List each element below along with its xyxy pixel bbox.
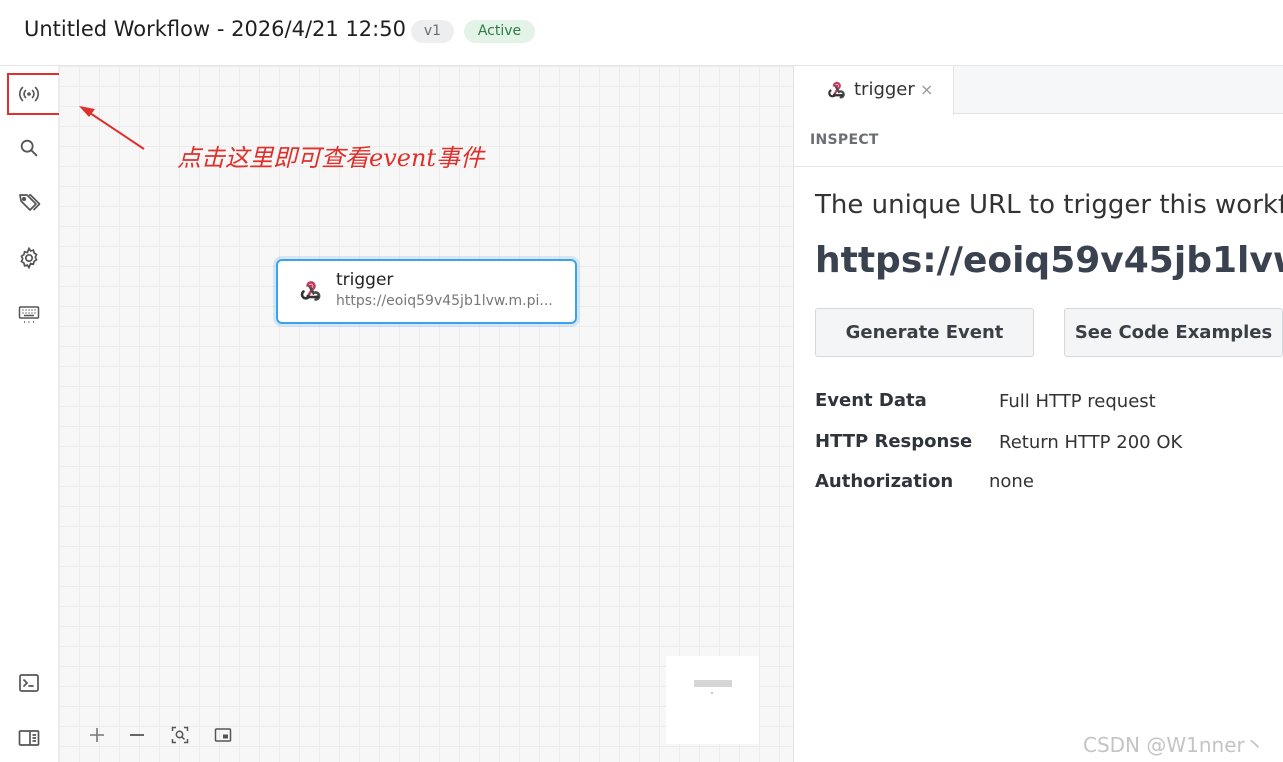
node-title: trigger bbox=[336, 270, 394, 290]
event-data-label: Event Data bbox=[815, 390, 927, 411]
http-response-label: HTTP Response bbox=[815, 431, 973, 452]
tab-label: trigger bbox=[854, 79, 915, 100]
generate-event-button[interactable]: Generate Event bbox=[815, 308, 1034, 357]
keyboard-icon[interactable] bbox=[17, 302, 41, 326]
gear-icon[interactable] bbox=[17, 246, 41, 270]
webhook-icon bbox=[300, 281, 321, 301]
left-icon-rail bbox=[0, 66, 63, 762]
inspect-header: INSPECT bbox=[794, 114, 1283, 167]
authorization-label: Authorization bbox=[815, 471, 954, 492]
close-icon[interactable]: × bbox=[920, 80, 933, 99]
broadcast-icon[interactable] bbox=[17, 82, 41, 106]
status-badge: Active bbox=[464, 20, 535, 43]
event-data-value[interactable]: Full HTTP request bbox=[999, 391, 1156, 412]
url-description: The unique URL to trigger this workflo bbox=[815, 190, 1283, 220]
workflow-title[interactable]: Untitled Workflow - 2026/4/21 12:50 bbox=[24, 17, 406, 41]
tab-trigger[interactable]: trigger × bbox=[794, 66, 954, 115]
trigger-node[interactable]: trigger https://eoiq59v45jb1lvw.m.pi... bbox=[276, 259, 577, 324]
tab-bar: trigger × bbox=[794, 66, 1283, 115]
minimap-node bbox=[694, 680, 732, 687]
workflow-canvas[interactable]: 点击这里即可查看event事件 trigger https://eoiq59v4… bbox=[59, 66, 793, 762]
node-url: https://eoiq59v45jb1lvw.m.pi... bbox=[336, 293, 553, 309]
search-icon[interactable] bbox=[17, 136, 41, 160]
zoom-in-icon[interactable] bbox=[86, 724, 108, 746]
panel-layout-icon[interactable] bbox=[17, 726, 41, 750]
app-header: Untitled Workflow - 2026/4/21 12:50 v1 A… bbox=[0, 0, 1283, 66]
trigger-url[interactable]: https://eoiq59v45jb1lvw.m bbox=[815, 240, 1283, 281]
section-label: INSPECT bbox=[810, 132, 879, 148]
minimap[interactable] bbox=[666, 656, 759, 744]
authorization-value[interactable]: none bbox=[989, 471, 1034, 492]
zoom-out-icon[interactable] bbox=[126, 724, 148, 746]
version-badge: v1 bbox=[411, 20, 454, 43]
minimap-toggle-icon[interactable] bbox=[212, 724, 234, 746]
webhook-icon bbox=[828, 81, 845, 99]
see-code-examples-button[interactable]: See Code Examples bbox=[1064, 308, 1283, 357]
annotation-text: 点击这里即可查看event事件 bbox=[177, 144, 485, 172]
terminal-icon[interactable] bbox=[17, 671, 41, 695]
fit-view-icon[interactable] bbox=[169, 724, 191, 746]
http-response-value[interactable]: Return HTTP 200 OK bbox=[999, 432, 1182, 453]
watermark: CSDN @W1nner丶 bbox=[1083, 733, 1265, 757]
tags-icon[interactable] bbox=[17, 191, 41, 215]
inspector-panel: trigger × INSPECT The unique URL to trig… bbox=[793, 66, 1283, 762]
minimap-dot bbox=[711, 692, 713, 694]
